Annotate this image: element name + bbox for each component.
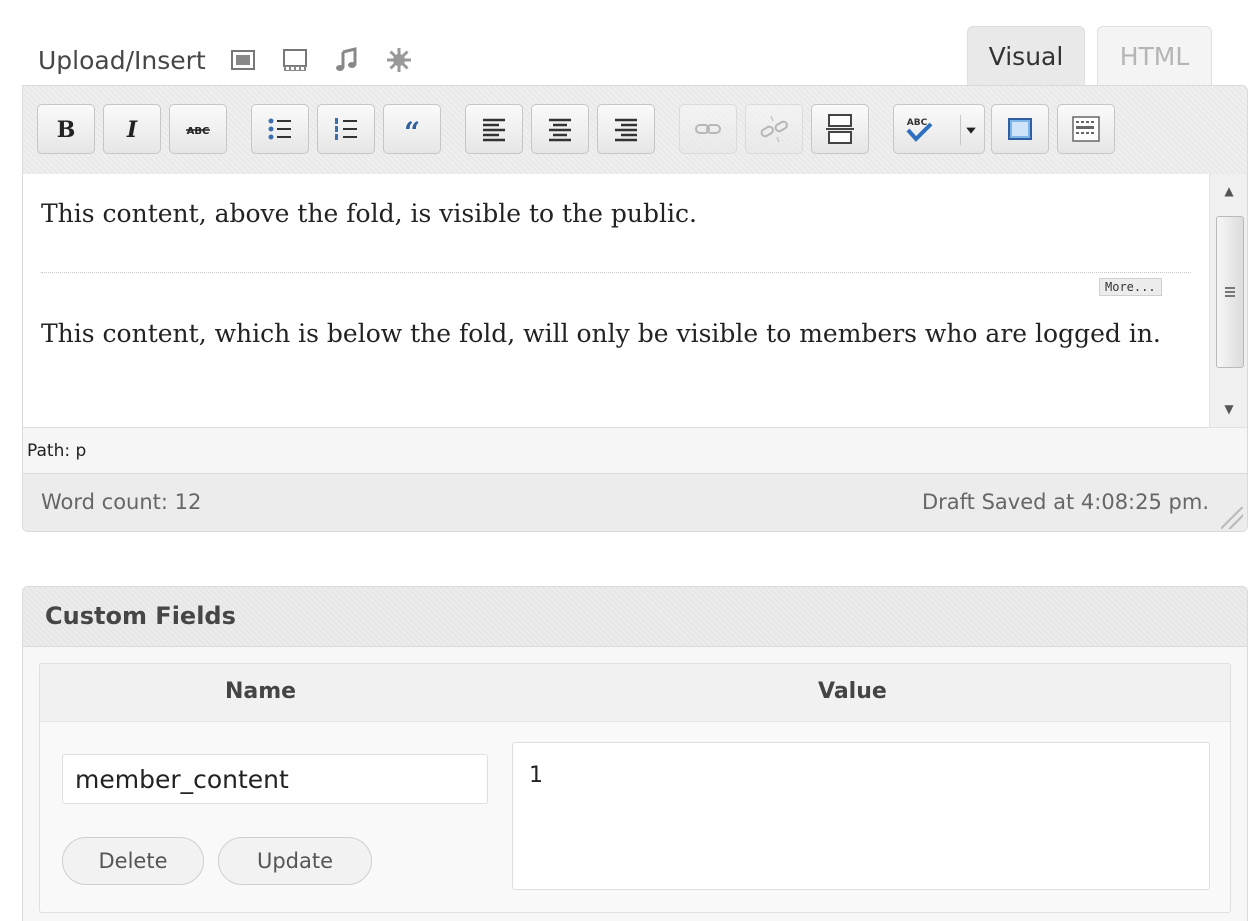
editor: B I ABC “ ABC This content, above the fo…: [22, 85, 1248, 532]
spellcheck-icon: ABC: [906, 118, 933, 142]
fullscreen-icon: [1008, 118, 1032, 140]
svg-text:ABC: ABC: [907, 118, 928, 128]
svg-text:B: B: [57, 117, 76, 143]
spellcheck-dropdown-icon[interactable]: [960, 115, 980, 145]
more-fold-divider: [41, 272, 1191, 273]
ordered-list-icon: [335, 118, 357, 140]
bold-icon: B: [57, 117, 76, 143]
insert-link-button[interactable]: [679, 104, 737, 154]
content-paragraph-below-fold: This content, which is below the fold, w…: [41, 319, 1161, 348]
editor-scrollbar[interactable]: ▲ ▼: [1209, 174, 1247, 427]
link-icon: [695, 124, 721, 134]
ordered-list-button[interactable]: [317, 104, 375, 154]
svg-text:“: “: [404, 116, 420, 146]
custom-field-name-input[interactable]: [62, 754, 488, 804]
align-left-icon: [483, 118, 505, 142]
align-right-icon: [615, 118, 637, 142]
svg-text:ABC: ABC: [187, 126, 210, 137]
tab-visual[interactable]: Visual: [967, 26, 1085, 86]
column-header-value: Value: [818, 679, 887, 704]
align-center-icon: [549, 118, 571, 142]
kitchen-sink-icon: [1072, 116, 1100, 142]
update-button[interactable]: Update: [218, 837, 372, 885]
status-bar: Word count: 12 Draft Saved at 4:08:25 pm…: [23, 473, 1247, 531]
scrollbar-thumb[interactable]: [1216, 216, 1244, 368]
draft-saved-status: Draft Saved at 4:08:25 pm.: [921, 490, 1209, 514]
spellcheck-button[interactable]: ABC: [893, 104, 985, 154]
delete-button[interactable]: Delete: [62, 837, 204, 885]
align-left-button[interactable]: [465, 104, 523, 154]
word-count: Word count: 12: [41, 490, 202, 514]
scroll-down-arrow-icon[interactable]: ▼: [1210, 394, 1247, 424]
italic-icon: I: [126, 117, 138, 143]
custom-field-value-textarea[interactable]: 1: [512, 742, 1210, 890]
custom-fields-header[interactable]: Custom Fields: [23, 587, 1247, 647]
add-image-icon[interactable]: [228, 45, 258, 75]
fullscreen-button[interactable]: [991, 104, 1049, 154]
strikethrough-icon: ABC: [186, 126, 210, 137]
editor-toolbar: B I ABC “ ABC: [23, 86, 1247, 174]
custom-fields-title: Custom Fields: [45, 602, 236, 630]
unlink-icon: [760, 115, 788, 143]
strikethrough-button[interactable]: ABC: [169, 104, 227, 154]
kitchen-sink-button[interactable]: [1057, 104, 1115, 154]
align-center-button[interactable]: [531, 104, 589, 154]
blockquote-button[interactable]: “: [383, 104, 441, 154]
align-right-button[interactable]: [597, 104, 655, 154]
custom-fields-table-header: Name Value: [40, 664, 1230, 722]
italic-button[interactable]: I: [103, 104, 161, 154]
unordered-list-icon: [268, 118, 291, 140]
insert-more-tag-button[interactable]: [811, 104, 869, 154]
editor-content[interactable]: This content, above the fold, is visible…: [23, 174, 1209, 427]
more-tag-label: More...: [1099, 278, 1162, 296]
add-audio-icon[interactable]: [332, 45, 362, 75]
content-paragraph-above-fold: This content, above the fold, is visible…: [41, 199, 697, 228]
add-video-icon[interactable]: [280, 45, 310, 75]
media-bar: Upload/Insert: [38, 40, 436, 80]
resize-handle-icon[interactable]: [1221, 507, 1243, 529]
tab-html[interactable]: HTML: [1097, 26, 1212, 86]
scrollbar-grip-icon: [1225, 287, 1235, 297]
add-media-icon[interactable]: [384, 45, 414, 75]
unordered-list-button[interactable]: [251, 104, 309, 154]
bold-button[interactable]: B: [37, 104, 95, 154]
path-bar: Path: p: [23, 427, 1247, 473]
upload-insert-label: Upload/Insert: [38, 45, 206, 75]
unlink-button[interactable]: [745, 104, 803, 154]
custom-fields-panel: Custom Fields Name Value 1 Delete Update: [22, 586, 1248, 921]
more-tag-icon: [826, 114, 854, 144]
custom-fields-table: Name Value 1 Delete Update: [39, 663, 1231, 913]
column-header-name: Name: [225, 679, 297, 704]
scroll-up-arrow-icon[interactable]: ▲: [1210, 176, 1247, 206]
svg-text:I: I: [126, 117, 138, 143]
blockquote-icon: “: [404, 116, 420, 146]
